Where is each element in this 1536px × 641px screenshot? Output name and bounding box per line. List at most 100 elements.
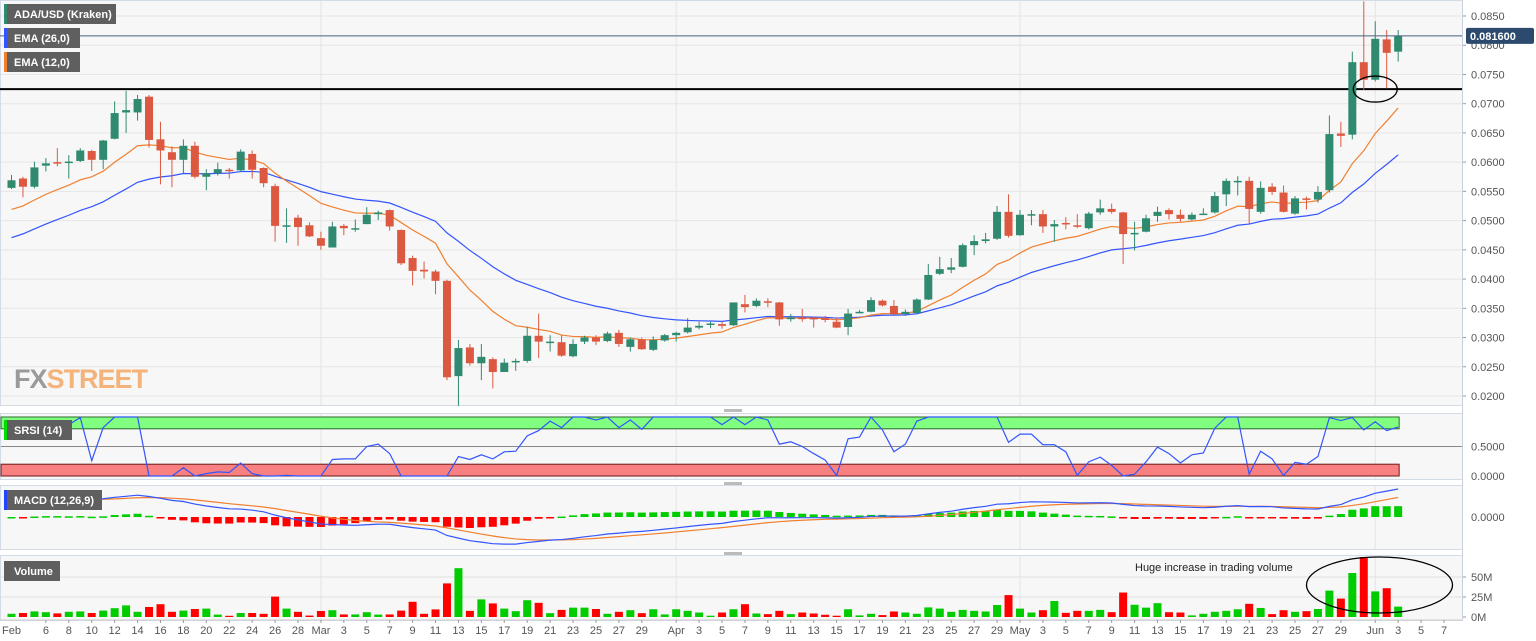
macd-histogram-bar xyxy=(1119,517,1128,519)
candle-body xyxy=(867,300,875,312)
candle-body xyxy=(488,359,497,373)
volume-bar xyxy=(1279,610,1288,617)
volume-bar xyxy=(695,612,704,617)
macd-histogram-bar xyxy=(832,515,841,518)
volume-bar xyxy=(76,611,85,617)
candle-body xyxy=(248,153,257,170)
x-tick-label: 15 xyxy=(830,625,842,637)
x-tick-label: 19 xyxy=(1220,625,1232,637)
macd-histogram-bar xyxy=(236,517,245,523)
x-tick-label: 7 xyxy=(1441,625,1447,637)
macd-histogram-bar xyxy=(1107,516,1116,518)
legend-macd[interactable]: MACD (12,26,9) xyxy=(4,490,102,510)
candle-body xyxy=(465,347,474,364)
volume-tick-label: 25M xyxy=(1471,592,1492,604)
candle-body xyxy=(855,311,864,314)
volume-bar xyxy=(763,614,772,617)
x-tick-label: 17 xyxy=(1197,625,1209,637)
legend-ema-26[interactable]: EMA (26,0) xyxy=(4,28,80,48)
x-tick-label: 24 xyxy=(246,625,258,637)
x-tick-label: 25 xyxy=(945,625,957,637)
volume-bar xyxy=(534,602,543,617)
macd-histogram-bar xyxy=(1313,517,1322,519)
panel-resize-handle[interactable] xyxy=(724,409,742,412)
macd-histogram-bar xyxy=(1038,512,1047,517)
candle-body xyxy=(236,151,245,171)
volume-bar xyxy=(775,610,784,617)
macd-histogram-bar xyxy=(1015,510,1024,517)
macd-histogram-bar xyxy=(580,514,589,517)
legend-ada-usd[interactable]: ADA/USD (Kraken) xyxy=(4,4,116,24)
x-tick-label: 21 xyxy=(899,625,911,637)
candle-body xyxy=(878,300,887,306)
candle-body xyxy=(454,348,463,377)
macd-histogram-bar xyxy=(603,512,612,517)
volume-bar xyxy=(1233,609,1242,617)
x-tick-label: 3 xyxy=(696,625,702,637)
candle-body xyxy=(1371,38,1380,80)
panel-resize-handle[interactable] xyxy=(724,552,742,555)
macd-histogram-bar xyxy=(294,517,302,527)
volume-bar xyxy=(993,605,1002,617)
legend-label: MACD (12,26,9) xyxy=(14,495,94,507)
volume-tick-label: 0M xyxy=(1471,612,1486,624)
volume-bar xyxy=(1084,610,1093,617)
volume-bar xyxy=(798,612,807,617)
volume-bar xyxy=(718,612,727,617)
macd-histogram-bar xyxy=(718,511,727,517)
x-tick-label: 15 xyxy=(475,625,487,637)
x-tick-label: 25 xyxy=(590,625,602,637)
candle-body xyxy=(809,317,818,320)
x-tick-label: 3 xyxy=(1040,625,1046,637)
candle-body xyxy=(912,299,921,313)
macd-histogram-bar xyxy=(1061,514,1070,517)
macd-histogram-bar xyxy=(534,517,543,519)
candle-body xyxy=(1027,214,1036,216)
macd-histogram-bar xyxy=(465,517,474,528)
legend-srsi[interactable]: SRSI (14) xyxy=(4,420,72,440)
x-tick-label: 13 xyxy=(808,625,820,637)
candle-body xyxy=(752,300,761,306)
volume-bar xyxy=(569,607,578,617)
legend-color-swatch xyxy=(4,28,7,48)
volume-bar xyxy=(282,608,291,617)
candle-body xyxy=(672,332,681,336)
macd-histogram-bar xyxy=(41,516,50,518)
macd-histogram-bar xyxy=(1164,517,1173,519)
volume-bar xyxy=(99,610,108,617)
candle-body xyxy=(374,212,383,215)
volume-bar xyxy=(1187,615,1196,617)
candle-body xyxy=(901,311,910,315)
candle-body xyxy=(557,342,566,356)
legend-volume[interactable]: Volume xyxy=(4,561,60,581)
volume-bar xyxy=(1222,610,1231,617)
legend-label: ADA/USD (Kraken) xyxy=(14,9,112,21)
legend-ema-12[interactable]: EMA (12,0) xyxy=(4,52,80,72)
candle-body xyxy=(190,145,199,177)
candle-body xyxy=(591,337,600,342)
volume-bar xyxy=(683,610,692,617)
x-tick-label: Apr xyxy=(668,625,685,637)
price-tick-label: 0.0350 xyxy=(1471,303,1505,315)
candle-body xyxy=(1222,180,1231,195)
volume-bar xyxy=(431,609,440,617)
candle-body xyxy=(1176,214,1185,219)
macd-histogram-bar xyxy=(626,512,635,517)
macd-histogram-bar xyxy=(53,516,62,518)
candle-body xyxy=(431,271,440,281)
x-tick-label: 27 xyxy=(1312,625,1324,637)
candle-body xyxy=(1348,62,1357,135)
volume-bar xyxy=(374,614,383,617)
volume-bar xyxy=(18,613,27,617)
x-tick-label: Feb xyxy=(2,625,21,637)
volume-bar xyxy=(64,611,73,617)
x-tick-label: 11 xyxy=(430,625,441,637)
candle-body xyxy=(442,280,451,378)
candle-body xyxy=(1268,186,1277,192)
volume-bar xyxy=(328,610,337,617)
panel-resize-handle[interactable] xyxy=(724,482,742,485)
volume-bar xyxy=(660,614,669,617)
macd-histogram-bar xyxy=(374,517,383,520)
macd-histogram-bar xyxy=(752,510,761,517)
price-tick-label: 0.0450 xyxy=(1471,245,1505,257)
